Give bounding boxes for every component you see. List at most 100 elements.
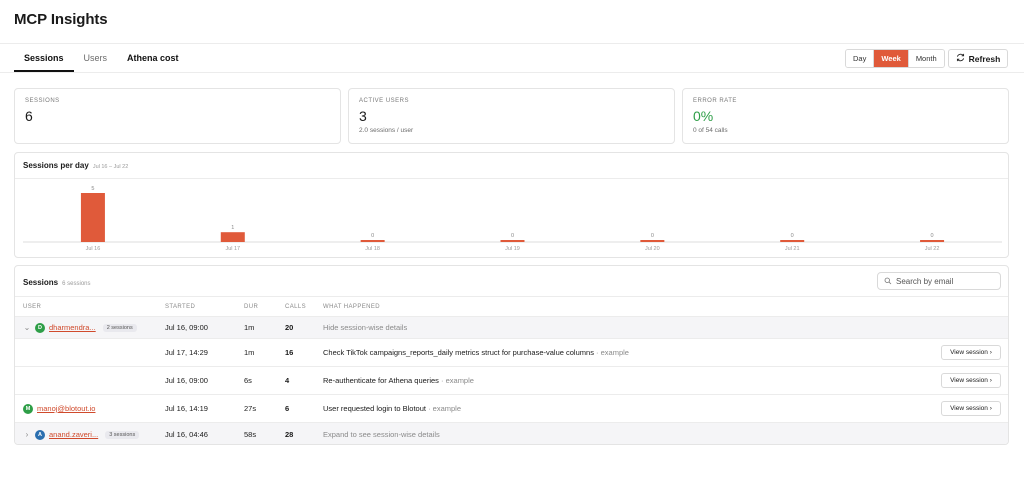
- chart-data-label: 0: [651, 233, 654, 239]
- view-session-button[interactable]: View session ›: [941, 345, 1001, 360]
- avatar: M: [23, 403, 33, 414]
- sessions-count: 6 sessions: [62, 281, 91, 287]
- refresh-label: Refresh: [968, 53, 1001, 64]
- started-cell: Jul 16, 09:00: [165, 323, 208, 332]
- what-happened-cell: User requested login to Blotout · exampl…: [323, 404, 461, 413]
- search-box: [877, 272, 1001, 290]
- range-day-button[interactable]: Day: [846, 50, 875, 67]
- what-happened-cell: Check TikTok campaigns_reports_daily met…: [323, 348, 629, 357]
- error-rate-stat-card: ERROR RATE 0% 0 of 54 calls: [682, 88, 1009, 144]
- session-summary: Re-authenticate for Athena queries: [323, 376, 439, 385]
- column-calls: CALLS: [285, 303, 307, 310]
- chart-data-label: 0: [371, 233, 374, 239]
- session-summary: User requested login to Blotout: [323, 404, 426, 413]
- chart-data-label: 5: [91, 186, 94, 192]
- sessions-bar-chart: 5 Jul 16 1 Jul 17 0 Jul 18 0 Jul 19 0 Jul 20 0 Jul …: [23, 186, 1002, 252]
- chart-tick-label: Jul 22: [925, 246, 940, 252]
- chart-data-label: 0: [931, 233, 934, 239]
- user-cell: › A anand.zaveri... 3 sessions: [23, 429, 140, 440]
- sessions-table-header: Sessions 6 sessions: [15, 266, 1008, 296]
- view-session-button[interactable]: View session ›: [941, 401, 1001, 416]
- duration-cell: 58s: [244, 430, 257, 439]
- sessions-stat-value: 6: [25, 108, 33, 124]
- chart-tick-label: Jul 19: [505, 246, 520, 252]
- started-cell: Jul 16, 14:19: [165, 404, 208, 413]
- table-column-headers: USER STARTED DUR CALLS WHAT HAPPENED: [15, 296, 1008, 316]
- user-email-link[interactable]: manoj@blotout.io: [37, 404, 95, 413]
- example-tag: · example: [441, 376, 474, 385]
- avatar: D: [35, 322, 45, 333]
- session-row[interactable]: Jul 16, 09:00 6s 4 Re-authenticate for A…: [15, 366, 1008, 394]
- column-user: USER: [23, 303, 42, 310]
- chevron-down-icon[interactable]: ⌄: [23, 323, 31, 332]
- chart-data-label: 1: [231, 225, 234, 231]
- range-week-button[interactable]: Week: [874, 50, 909, 67]
- calls-cell: 28: [285, 430, 294, 439]
- avatar: A: [35, 429, 45, 440]
- tabs-divider: [0, 72, 1024, 73]
- page-title: MCP Insights: [14, 11, 108, 28]
- duration-cell: 1m: [244, 323, 255, 332]
- chart-date-range: Jul 16 – Jul 22: [92, 164, 129, 170]
- active-users-stat-value: 3: [359, 108, 367, 124]
- duration-cell: 1m: [244, 348, 255, 357]
- chart-data-label: 0: [791, 233, 794, 239]
- duration-cell: 27s: [244, 404, 257, 413]
- chart-bar[interactable]: [640, 240, 665, 242]
- user-cell: M manoj@blotout.io: [23, 403, 95, 414]
- column-dur: DUR: [244, 303, 259, 310]
- chart-bar[interactable]: [220, 232, 245, 242]
- started-cell: Jul 17, 14:29: [165, 348, 208, 357]
- sessions-badge: 2 sessions: [102, 323, 137, 332]
- user-cell: ⌄ D dharmendra... 2 sessions: [23, 322, 137, 333]
- chart-data-label: 0: [511, 233, 514, 239]
- search-input[interactable]: [896, 276, 996, 286]
- tab-athena-cost[interactable]: Athena cost: [117, 44, 189, 72]
- example-tag: · example: [596, 348, 629, 357]
- chart-tick-label: Jul 18: [365, 246, 380, 252]
- chevron-right-icon[interactable]: ›: [23, 430, 31, 439]
- table-row[interactable]: ⌄ D dharmendra... 2 sessions Jul 16, 09:…: [15, 316, 1008, 338]
- hide-details-link[interactable]: Hide session-wise details: [323, 323, 407, 332]
- chart-tick-label: Jul 20: [645, 246, 660, 252]
- error-rate-stat-label: ERROR RATE: [693, 98, 737, 104]
- active-users-stat-label: ACTIVE USERS: [359, 98, 410, 104]
- calls-cell: 20: [285, 323, 294, 332]
- calls-cell: 16: [285, 348, 294, 357]
- active-users-stat-card: ACTIVE USERS 3 2.0 sessions / user: [348, 88, 675, 144]
- sessions-table-panel: Sessions6 sessions USER STARTED DUR CALL…: [14, 265, 1009, 445]
- chart-bar[interactable]: [80, 193, 105, 242]
- session-row[interactable]: Jul 17, 14:29 1m 16 Check TikTok campaig…: [15, 338, 1008, 366]
- column-what-happened: WHAT HAPPENED: [323, 303, 380, 310]
- date-range-toggle: Day Week Month: [845, 49, 945, 68]
- error-rate-stat-value: 0%: [693, 108, 714, 124]
- tab-bar: Sessions Users Athena cost: [14, 44, 189, 72]
- table-row[interactable]: › A anand.zaveri... 3 sessions Jul 16, 0…: [15, 422, 1008, 444]
- range-month-button[interactable]: Month: [908, 50, 944, 67]
- chart-bar[interactable]: [500, 240, 525, 242]
- chart-bar[interactable]: [920, 240, 945, 242]
- user-email-link[interactable]: dharmendra...: [49, 323, 96, 332]
- refresh-icon: [956, 53, 965, 64]
- chart-title: Sessions per day: [23, 161, 89, 170]
- what-happened-cell: Re-authenticate for Athena queries · exa…: [323, 376, 474, 385]
- chart-bar[interactable]: [780, 240, 805, 242]
- view-session-button[interactable]: View session ›: [941, 373, 1001, 388]
- calls-cell: 6: [285, 404, 290, 413]
- table-row[interactable]: M manoj@blotout.io Jul 16, 14:19 27s 6 U…: [15, 394, 1008, 422]
- tab-sessions[interactable]: Sessions: [14, 44, 74, 72]
- example-tag: · example: [428, 404, 462, 413]
- refresh-button[interactable]: Refresh: [948, 49, 1008, 68]
- expand-details-link[interactable]: Expand to see session-wise details: [323, 430, 440, 439]
- chart-header: Sessions per day Jul 16 – Jul 22: [15, 153, 1008, 179]
- error-rate-stat-sub: 0 of 54 calls: [693, 127, 728, 134]
- started-cell: Jul 16, 09:00: [165, 376, 208, 385]
- active-users-stat-sub: 2.0 sessions / user: [359, 127, 414, 134]
- duration-cell: 6s: [244, 376, 252, 385]
- chart-tick-label: Jul 21: [785, 246, 800, 252]
- chart-tick-label: Jul 16: [86, 246, 101, 252]
- started-cell: Jul 16, 04:46: [165, 430, 208, 439]
- chart-bar[interactable]: [360, 240, 385, 242]
- user-email-link[interactable]: anand.zaveri...: [49, 430, 98, 439]
- tab-users[interactable]: Users: [74, 44, 118, 72]
